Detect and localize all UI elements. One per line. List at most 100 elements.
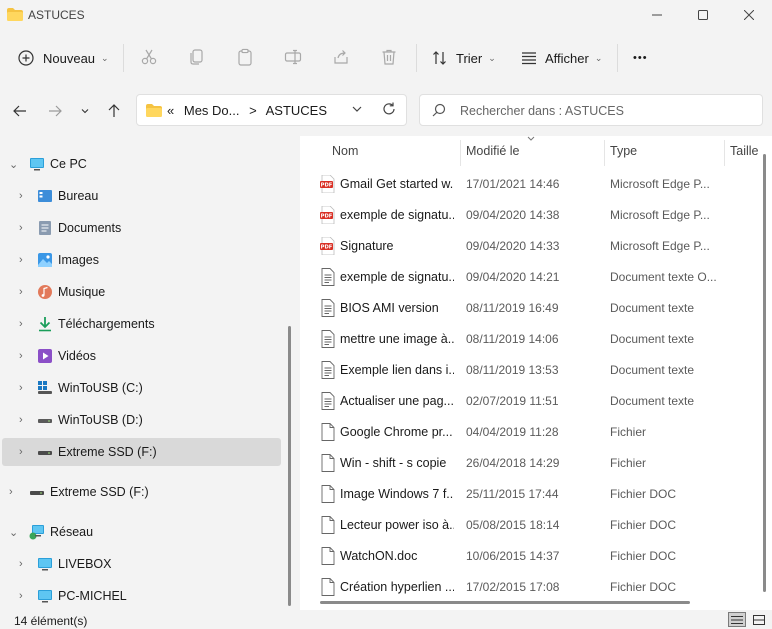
nav-item-pictures[interactable]: › Images	[0, 246, 282, 274]
file-row[interactable]: Actualiser une pag... 02/07/2019 11:51 Doc…	[316, 385, 768, 416]
cut-button[interactable]	[138, 46, 160, 68]
nav-item-pc-michel[interactable]: › PC-MICHEL	[0, 582, 282, 610]
breadcrumb-separator[interactable]: >	[249, 103, 257, 118]
column-header-name[interactable]: Nom	[332, 144, 358, 158]
nav-item-drive-f-root[interactable]: › Extreme SSD (F:)	[0, 478, 282, 506]
delete-button[interactable]	[378, 46, 400, 68]
chevron-right-icon[interactable]: ›	[19, 286, 23, 298]
svg-text:PDF: PDF	[321, 183, 333, 189]
text-file-icon	[321, 299, 335, 317]
chevron-down-icon[interactable]: ⌄	[9, 526, 18, 539]
svg-text:PDF: PDF	[321, 245, 333, 251]
nav-item-documents[interactable]: › Documents	[0, 214, 282, 242]
file-row[interactable]: mettre une image à... 08/11/2019 14:06 Doc…	[316, 323, 768, 354]
tiles-view-button[interactable]	[750, 612, 768, 627]
chevron-right-icon[interactable]: ›	[9, 486, 13, 498]
file-type: Fichier DOC	[610, 487, 677, 501]
chevron-down-icon[interactable]: ⌄	[9, 158, 18, 171]
file-row[interactable]: PDF Gmail Get started w... 17/01/2021 14:4…	[316, 168, 768, 199]
chevron-right-icon[interactable]: ›	[19, 190, 23, 202]
chevron-right-icon[interactable]: ›	[19, 558, 23, 570]
file-name: WatchON.doc	[340, 549, 418, 563]
refresh-icon[interactable]	[381, 101, 397, 117]
file-row[interactable]: PDF exemple de signatu... 09/04/2020 14:38…	[316, 199, 768, 230]
file-row[interactable]: PDF Signature 09/04/2020 14:33 Microsoft Ed…	[316, 230, 768, 261]
minimize-button[interactable]	[634, 0, 680, 30]
column-header-type[interactable]: Type	[610, 144, 637, 158]
search-box[interactable]: Rechercher dans : ASTUCES	[419, 94, 763, 126]
column-divider[interactable]	[460, 140, 461, 166]
column-divider[interactable]	[604, 140, 605, 166]
file-type: Document texte	[610, 363, 695, 377]
column-divider[interactable]	[724, 140, 725, 166]
breadcrumb-item[interactable]: ASTUCES	[266, 103, 327, 118]
breadcrumb-overflow[interactable]: «	[167, 103, 174, 118]
column-header-size[interactable]: Taille	[730, 144, 759, 158]
more-button[interactable]: •••	[633, 42, 648, 74]
file-row[interactable]: Exemple lien dans i... 08/11/2019 13:53 Do…	[316, 354, 768, 385]
nav-scrollbar[interactable]	[288, 326, 291, 606]
network-icon	[29, 525, 44, 540]
view-button[interactable]: Afficher ⌄	[521, 42, 602, 74]
paste-button[interactable]	[234, 46, 256, 68]
back-button[interactable]	[9, 100, 31, 122]
breadcrumb-item[interactable]: Mes Do...	[184, 103, 240, 118]
nav-item-desktop[interactable]: › Bureau	[0, 182, 282, 210]
nav-item-videos[interactable]: › Vidéos	[0, 342, 282, 370]
recent-locations-button[interactable]	[74, 100, 96, 122]
file-row[interactable]: Création hyperlien ... 17/02/2015 17:08 Fi…	[316, 571, 768, 602]
horizontal-scrollbar[interactable]	[320, 601, 690, 604]
new-button[interactable]: Nouveau ⌄	[18, 42, 109, 74]
monitor-icon	[38, 558, 52, 571]
chevron-right-icon[interactable]: ›	[19, 318, 23, 330]
vertical-scrollbar[interactable]	[763, 154, 766, 592]
chevron-down-icon[interactable]	[351, 103, 363, 115]
file-type: Document texte	[610, 394, 695, 408]
search-input[interactable]: Rechercher dans : ASTUCES	[460, 104, 624, 118]
file-row[interactable]: BIOS AMI version 08/11/2019 16:49 Document…	[316, 292, 768, 323]
file-date: 17/01/2021 14:46	[466, 177, 560, 191]
folder-icon	[146, 104, 162, 117]
chevron-right-icon[interactable]: ›	[19, 446, 23, 458]
chevron-right-icon[interactable]: ›	[19, 222, 23, 234]
nav-label: LIVEBOX	[58, 557, 112, 571]
sort-button[interactable]: Trier ⌄	[432, 42, 496, 74]
forward-button[interactable]	[44, 100, 66, 122]
chevron-right-icon[interactable]: ›	[19, 350, 23, 362]
chevron-right-icon[interactable]: ›	[19, 414, 23, 426]
share-button[interactable]	[330, 46, 352, 68]
file-row[interactable]: Image Windows 7 f... 25/11/2015 17:44 Fich…	[316, 478, 768, 509]
chevron-right-icon[interactable]: ›	[19, 254, 23, 266]
nav-item-network[interactable]: ⌄ Réseau	[0, 518, 282, 546]
folder-icon	[7, 8, 23, 21]
nav-item-downloads[interactable]: › Téléchargements	[0, 310, 282, 338]
chevron-right-icon[interactable]: ›	[19, 590, 23, 602]
column-header-modified[interactable]: Modifié le	[466, 144, 520, 158]
pictures-icon	[38, 253, 52, 267]
details-view-button[interactable]	[728, 612, 746, 627]
up-button[interactable]	[103, 100, 125, 122]
copy-button[interactable]	[186, 46, 208, 68]
maximize-icon	[698, 10, 708, 20]
file-row[interactable]: Google Chrome pr... 04/04/2019 11:28 Fichi…	[316, 416, 768, 447]
nav-item-drive-f[interactable]: › Extreme SSD (F:)	[2, 438, 281, 466]
nav-item-livebox[interactable]: › LIVEBOX	[0, 550, 282, 578]
rename-button[interactable]	[282, 46, 304, 68]
nav-label: Téléchargements	[58, 317, 155, 331]
file-date: 05/08/2015 18:14	[466, 518, 560, 532]
blank-file-icon	[321, 578, 335, 596]
maximize-button[interactable]	[680, 0, 726, 30]
nav-item-music[interactable]: › Musique	[0, 278, 282, 306]
close-button[interactable]	[726, 0, 772, 30]
copy-icon	[190, 49, 203, 65]
nav-item-this-pc[interactable]: ⌄ Ce PC	[0, 150, 282, 178]
nav-item-drive-d[interactable]: › WinToUSB (D:)	[0, 406, 282, 434]
file-row[interactable]: exemple de signatu... 09/04/2020 14:21 Doc…	[316, 261, 768, 292]
file-row[interactable]: Win - shift - s copie 26/04/2018 14:29 Fic…	[316, 447, 768, 478]
address-bar[interactable]: « Mes Do... > ASTUCES	[136, 94, 407, 126]
chevron-right-icon[interactable]: ›	[19, 382, 23, 394]
file-row[interactable]: Lecteur power iso à... 05/08/2015 18:14 Fi…	[316, 509, 768, 540]
sort-label: Trier	[456, 50, 483, 66]
file-row[interactable]: WatchON.doc 10/06/2015 14:37 Fichier DOC	[316, 540, 768, 571]
nav-item-drive-c[interactable]: › WinToUSB (C:)	[0, 374, 282, 402]
